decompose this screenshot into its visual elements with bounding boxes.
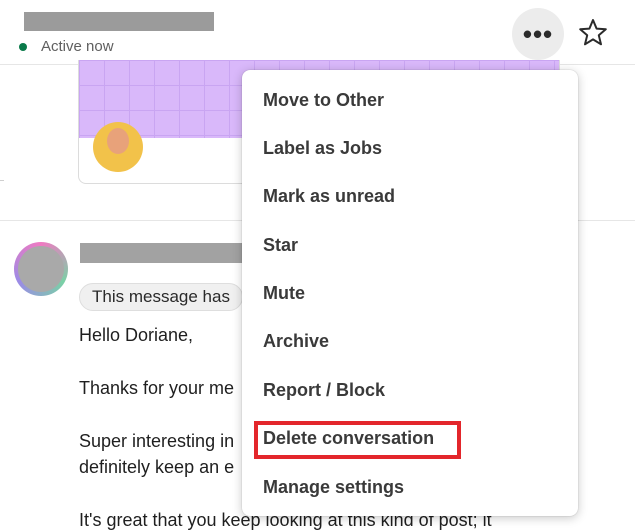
menu-item-move-to-other[interactable]: Move to Other [263, 85, 384, 115]
sender-name-redacted [80, 243, 245, 263]
message-line: Hello Doriane, [79, 325, 194, 345]
menu-item-mark-as-unread[interactable]: Mark as unread [263, 181, 395, 211]
active-status-dot [19, 43, 27, 51]
message-notice-badge: This message has [79, 283, 243, 311]
menu-item-archive[interactable]: Archive [263, 326, 329, 356]
message-line: Thanks for your me [79, 378, 235, 398]
menu-item-report-block[interactable]: Report / Block [263, 375, 385, 405]
menu-item-manage-settings[interactable]: Manage settings [263, 472, 404, 502]
card-author-avatar [93, 122, 143, 172]
sender-avatar[interactable] [14, 242, 68, 296]
contact-name-redacted [24, 12, 214, 31]
star-conversation-button[interactable] [576, 16, 610, 50]
divider [0, 180, 4, 181]
annotation-highlight-box [254, 421, 461, 459]
menu-item-star[interactable]: Star [263, 230, 298, 260]
star-outline-icon [579, 19, 607, 46]
active-status-label: Active now [41, 38, 114, 55]
ellipsis-icon: ••• [522, 19, 554, 49]
menu-item-label-as-jobs[interactable]: Label as Jobs [263, 133, 382, 163]
message-line: definitely keep an e [79, 457, 235, 477]
conversation-header: Active now ••• [0, 0, 635, 65]
message-line: Super interesting in [79, 431, 235, 451]
more-options-button[interactable]: ••• [512, 8, 564, 60]
menu-item-mute[interactable]: Mute [263, 278, 305, 308]
